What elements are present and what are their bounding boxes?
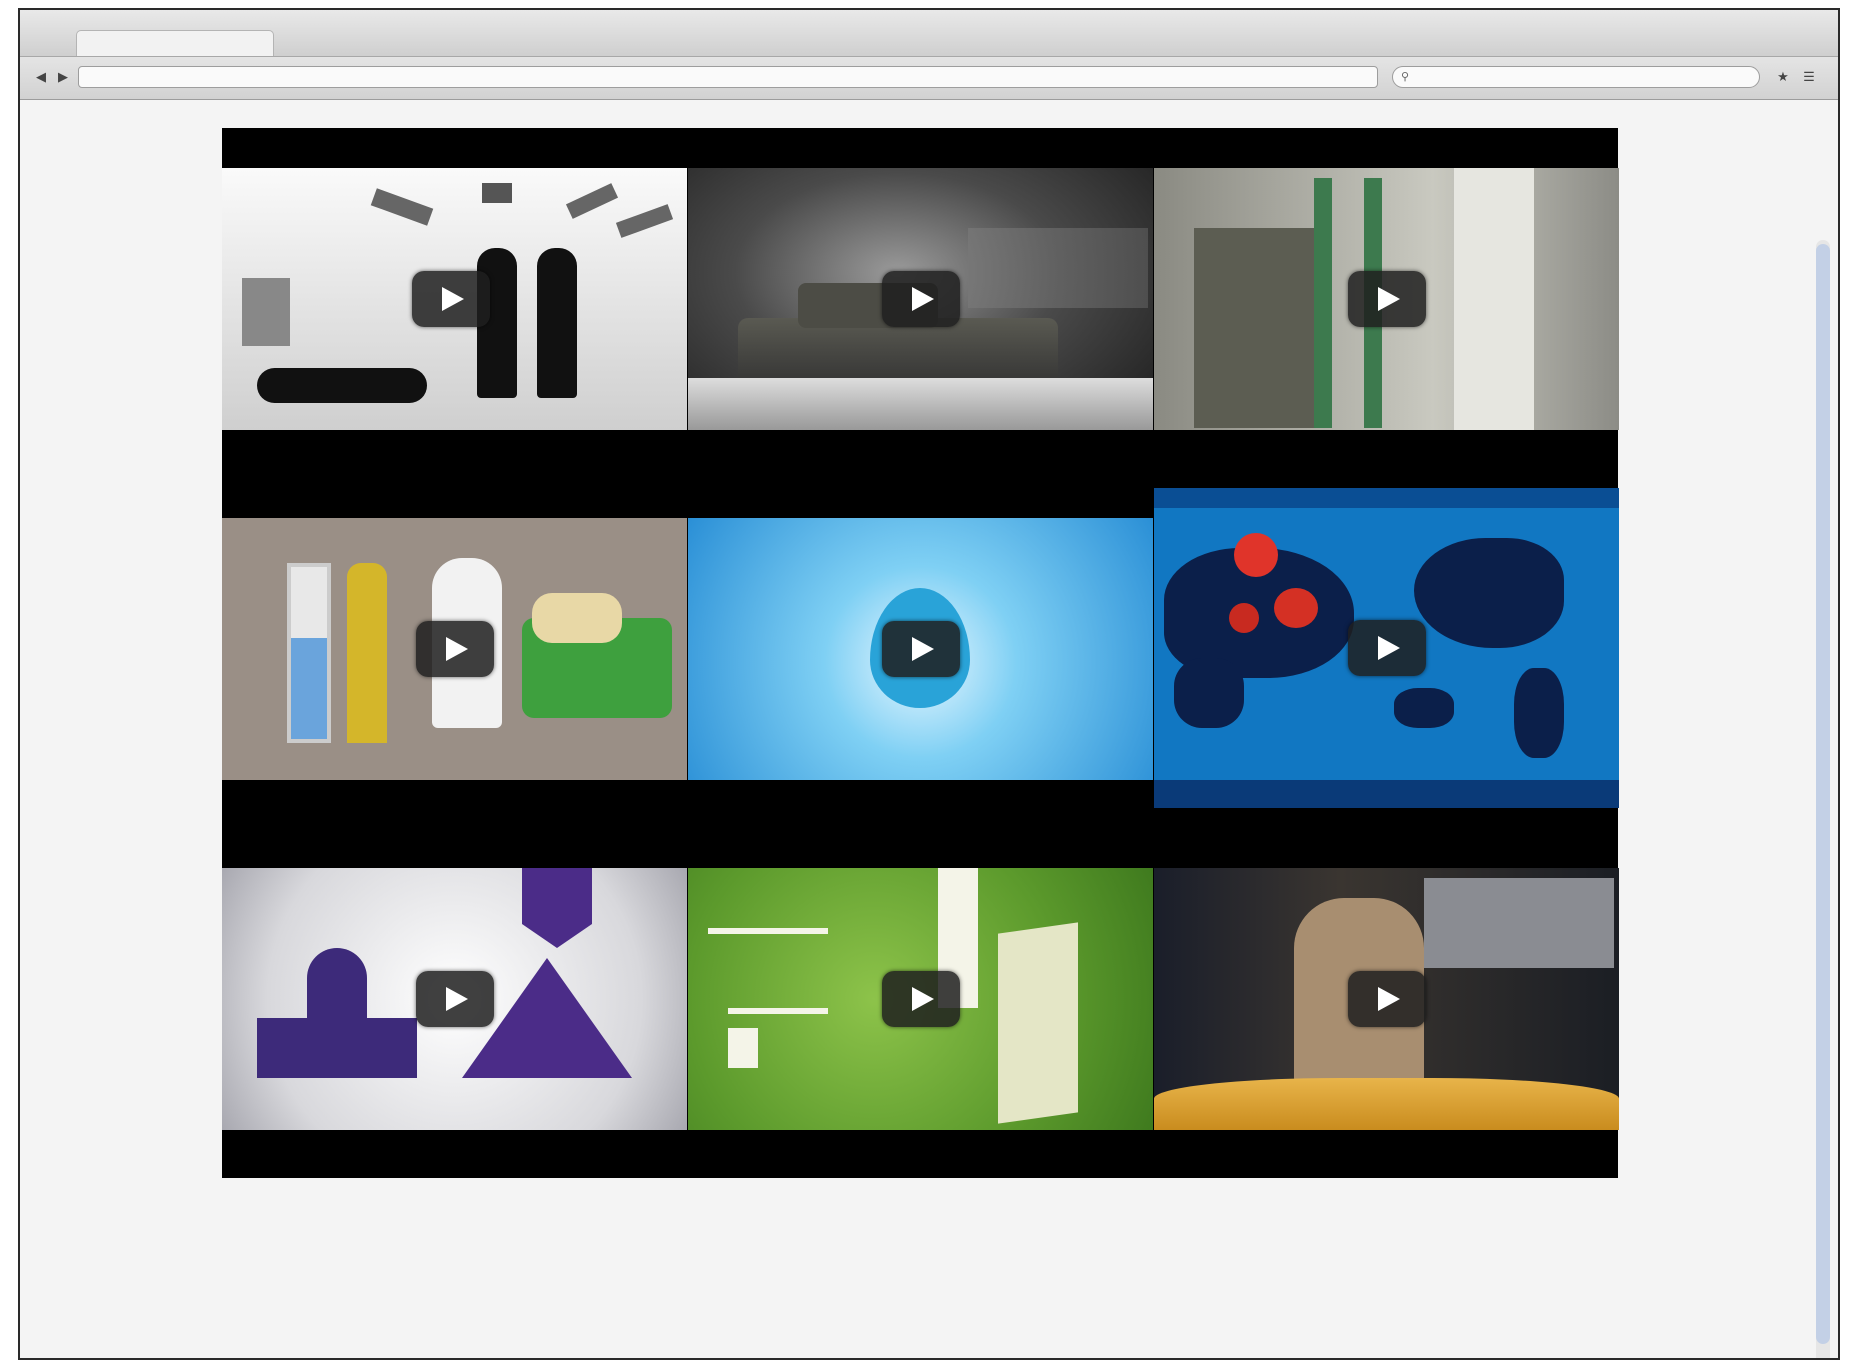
bookmark-icon[interactable]: ★ [1772, 66, 1794, 88]
video-thumbnail[interactable] [1154, 488, 1619, 808]
play-icon [911, 637, 934, 661]
search-icon: ⚲ [1401, 71, 1410, 83]
floor-shape [688, 378, 1153, 430]
play-icon [1377, 987, 1400, 1011]
explosion-dot [1274, 588, 1318, 628]
page-content [20, 100, 1838, 1358]
explosion-dot [1234, 533, 1278, 577]
building-dome [307, 948, 367, 1028]
play-button[interactable] [1347, 271, 1426, 327]
animal-shape [532, 593, 622, 643]
browser-tab[interactable] [76, 30, 274, 56]
video-thumbnail[interactable] [1154, 168, 1619, 430]
browser-window: ◀ ▶ ⚲ ★ ☰ [18, 8, 1840, 1360]
play-icon [441, 287, 464, 311]
wall-shape [1454, 168, 1534, 430]
play-icon [445, 637, 468, 661]
play-icon [1377, 287, 1400, 311]
line-shape [708, 928, 828, 934]
play-button[interactable] [881, 271, 960, 327]
door-shape [242, 278, 290, 346]
screen-shape [1424, 878, 1614, 968]
title-bar [20, 10, 1838, 57]
bar-yellow [347, 563, 387, 743]
video-thumbnail[interactable] [688, 868, 1153, 1130]
figure-shape [1194, 228, 1314, 428]
bar-fill-blue [291, 638, 327, 739]
explosion-dot [1229, 603, 1259, 633]
play-button[interactable] [411, 271, 490, 327]
play-button[interactable] [415, 971, 494, 1027]
forward-icon[interactable]: ▶ [52, 66, 74, 88]
play-icon [911, 987, 934, 1011]
video-thumbnail[interactable] [1154, 868, 1619, 1130]
play-button[interactable] [881, 621, 960, 677]
bottom-bar [1154, 780, 1619, 808]
continent-shape [1394, 688, 1454, 728]
play-button[interactable] [1347, 620, 1426, 676]
back-icon[interactable]: ◀ [30, 66, 52, 88]
play-icon [445, 987, 468, 1011]
camera-shape [565, 183, 619, 219]
banner-shape [522, 868, 592, 948]
play-icon [1377, 636, 1400, 660]
continent-shape [1174, 658, 1244, 728]
address-bar[interactable] [78, 66, 1378, 88]
continent-shape [1414, 538, 1564, 648]
scrollbar-thumb[interactable] [1816, 244, 1830, 1344]
flag-bar [1154, 488, 1619, 508]
video-thumbnail[interactable] [222, 168, 687, 430]
video-grid [222, 128, 1619, 1178]
green-pipe [1314, 178, 1332, 428]
menu-icon[interactable]: ☰ [1798, 66, 1820, 88]
play-icon [911, 287, 934, 311]
desk-shape [1154, 1078, 1619, 1130]
video-thumbnail[interactable] [688, 518, 1153, 780]
building-shape [998, 922, 1078, 1124]
play-button[interactable] [415, 621, 494, 677]
camera-shape [482, 183, 512, 203]
video-thumbnail[interactable] [222, 518, 687, 780]
play-button[interactable] [1347, 971, 1426, 1027]
play-button[interactable] [881, 971, 960, 1027]
camera-shape [370, 188, 434, 226]
continent-shape [1514, 668, 1564, 758]
box-shape [728, 1028, 758, 1068]
line-shape [728, 1008, 828, 1014]
lying-figure [257, 368, 427, 403]
search-input[interactable]: ⚲ [1392, 66, 1760, 88]
video-thumbnail[interactable] [688, 168, 1153, 430]
camera-shape [615, 204, 674, 238]
man-figure [537, 248, 577, 398]
wall-shape [968, 228, 1148, 308]
browser-toolbar: ◀ ▶ ⚲ ★ ☰ [20, 57, 1838, 100]
video-thumbnail[interactable] [222, 868, 687, 1130]
